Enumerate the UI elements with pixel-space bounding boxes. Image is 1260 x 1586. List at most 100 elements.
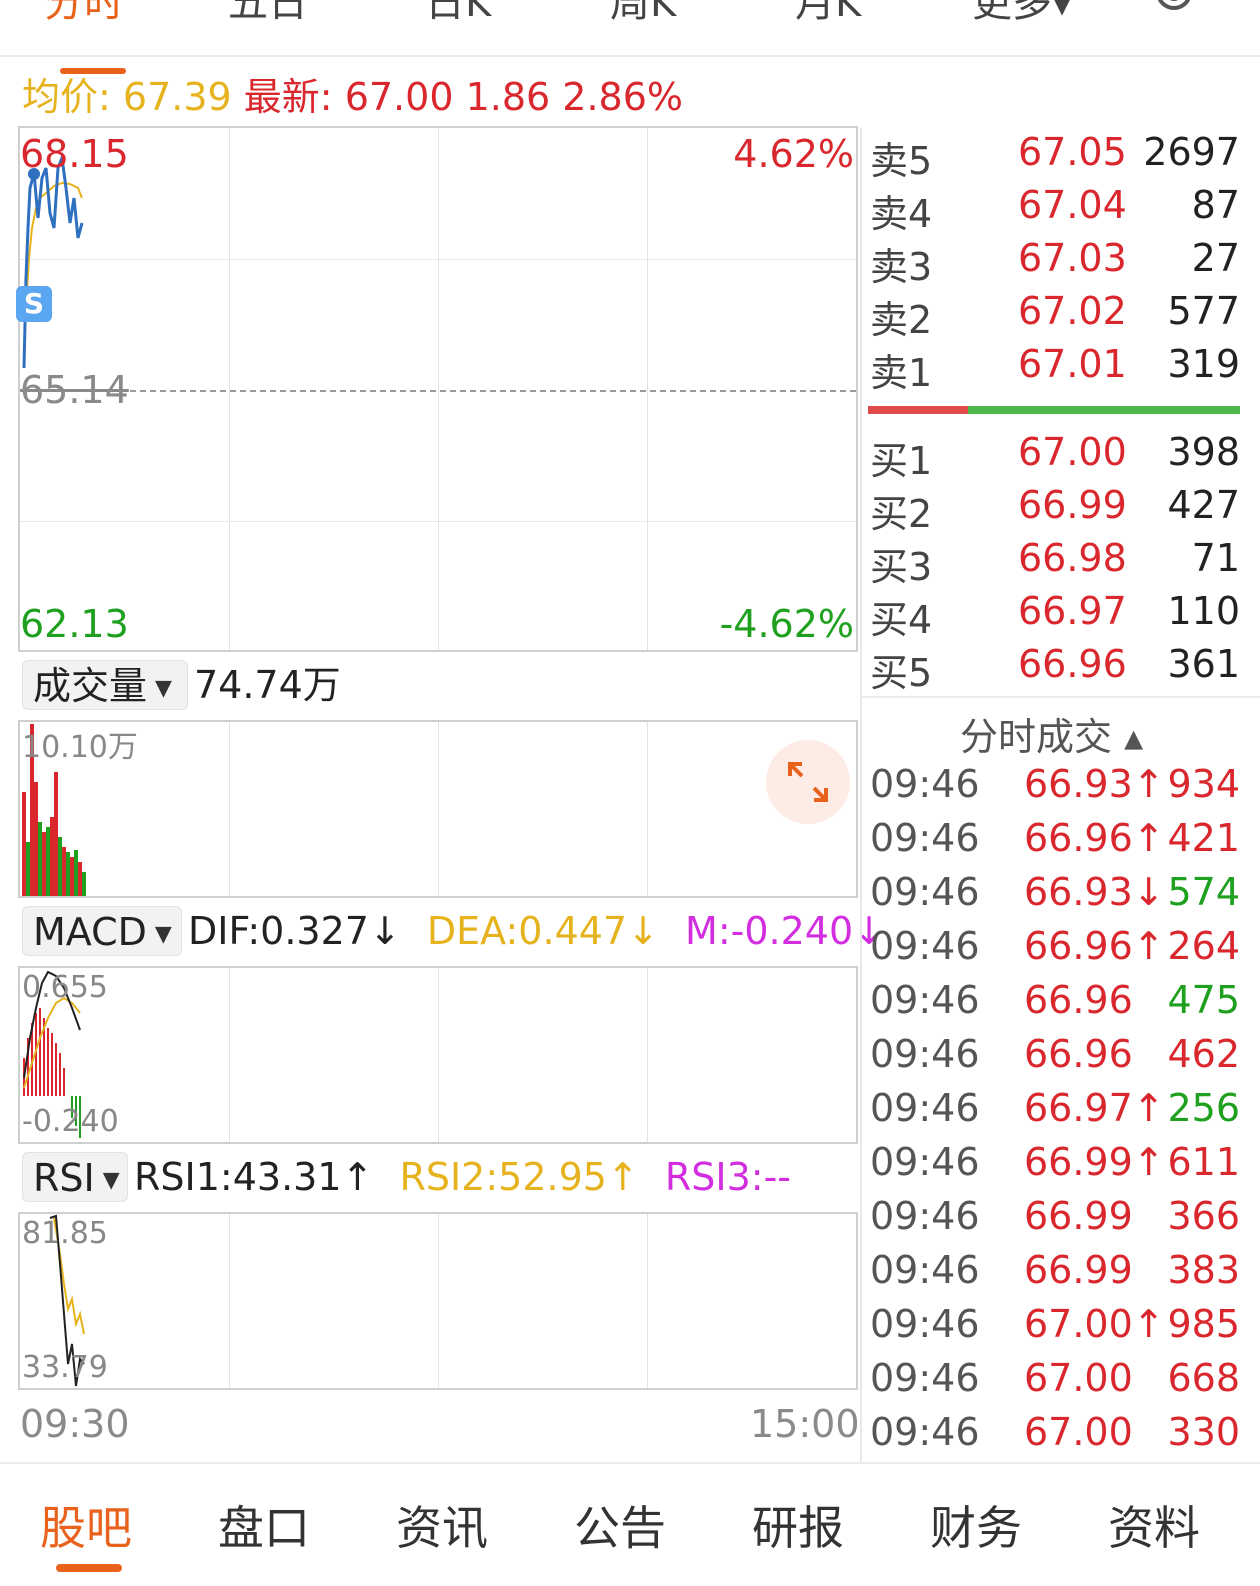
sell-order-volume: 319 xyxy=(1167,342,1240,386)
sell-order-row[interactable]: 卖5 67.05 2697 xyxy=(870,130,1240,183)
active-tab-indicator xyxy=(56,1564,122,1572)
rsi1-value: RSI1:43.31↑ xyxy=(134,1155,374,1199)
macd-chart[interactable]: 0.655 -0.240 xyxy=(18,966,858,1144)
expand-icon xyxy=(788,762,828,802)
tab-daily-k[interactable]: 日K xyxy=(425,0,491,28)
tab-research[interactable]: 研报 xyxy=(752,1492,844,1558)
buy-order-row[interactable]: 买5 66.96 361 xyxy=(870,642,1240,695)
volume-y-max-label: 10.10万 xyxy=(22,730,138,765)
volume-selector-label: 成交量 xyxy=(33,664,148,708)
tick-price: 66.96↑ xyxy=(1024,924,1165,968)
avg-price-label: 均价: xyxy=(22,75,111,119)
tick-time: 09:46 xyxy=(870,1356,980,1400)
tick-row: 09:46 66.93↑ 934 xyxy=(870,762,1240,814)
tick-time: 09:46 xyxy=(870,978,980,1022)
buy-order-row[interactable]: 买3 66.98 71 xyxy=(870,536,1240,589)
tick-row: 09:46 66.99 366 xyxy=(870,1194,1240,1246)
buy-order-label: 买2 xyxy=(870,492,933,536)
latest-price-label: 最新: xyxy=(243,75,333,119)
tick-volume: 256 xyxy=(1167,1086,1240,1130)
tab-monthly-k[interactable]: 月K xyxy=(795,0,861,28)
tab-intraday[interactable]: 分时 xyxy=(44,0,124,28)
tab-order-book[interactable]: 盘口 xyxy=(218,1492,310,1558)
tick-time: 09:46 xyxy=(870,870,980,914)
sell-order-volume: 577 xyxy=(1167,289,1240,333)
tick-price: 66.93↓ xyxy=(1024,870,1165,914)
sell-order-row[interactable]: 卖3 67.03 27 xyxy=(870,236,1240,289)
tick-row: 09:46 66.99↑ 611 xyxy=(870,1140,1240,1192)
tick-price: 67.00 xyxy=(1024,1356,1133,1400)
rsi-indicator-selector[interactable]: RSI ▼ xyxy=(22,1152,128,1202)
intraday-price-chart[interactable]: 68.15 65.14 62.13 4.62% -4.62% xyxy=(18,126,858,652)
macd-y-max-label: 0.655 xyxy=(22,970,108,1005)
buy-order-label: 买3 xyxy=(870,545,933,589)
tab-weekly-k[interactable]: 周K xyxy=(610,0,676,28)
buy-order-volume: 427 xyxy=(1167,483,1240,527)
tick-volume: 574 xyxy=(1167,870,1240,914)
buy-order-price: 66.98 xyxy=(1018,536,1127,580)
avg-price-value: 67.39 xyxy=(122,75,232,119)
rsi-y-min-label: 33.79 xyxy=(22,1350,108,1385)
tick-time: 09:46 xyxy=(870,924,980,968)
buy-order-row[interactable]: 买2 66.99 427 xyxy=(870,483,1240,536)
expand-chart-button[interactable] xyxy=(766,740,850,824)
y-max-label: 68.15 xyxy=(20,132,129,176)
tab-financials[interactable]: 财务 xyxy=(930,1492,1022,1558)
tick-time: 09:46 xyxy=(870,1086,980,1130)
tab-profile[interactable]: 资料 xyxy=(1108,1492,1200,1558)
tick-volume: 366 xyxy=(1167,1194,1240,1238)
pct-max-label: 4.62% xyxy=(733,132,854,176)
buy-order-price: 67.00 xyxy=(1018,430,1127,474)
macd-dea: DEA:0.447↓ xyxy=(426,909,659,953)
volume-indicator-selector[interactable]: 成交量 ▼ xyxy=(22,660,188,710)
buy-order-label: 买4 xyxy=(870,598,933,642)
buy-order-row[interactable]: 买1 67.00 398 xyxy=(870,430,1240,483)
divider xyxy=(862,696,1260,698)
tick-price: 66.99 xyxy=(1024,1194,1133,1238)
sell-order-row[interactable]: 卖1 67.01 319 xyxy=(870,342,1240,395)
tab-announcements[interactable]: 公告 xyxy=(574,1492,666,1558)
rsi3-value: RSI3:-- xyxy=(664,1155,792,1199)
sell-order-label: 卖2 xyxy=(870,298,933,342)
sell-order-label: 卖3 xyxy=(870,245,933,289)
rsi-chart[interactable]: 81.85 33.79 xyxy=(18,1212,858,1390)
sell-signal-badge[interactable]: S xyxy=(16,286,52,322)
tick-volume: 985 xyxy=(1167,1302,1240,1346)
sell-order-price: 67.03 xyxy=(1018,236,1127,280)
tick-list-title[interactable]: 分时成交 ▴ xyxy=(960,706,1143,761)
tick-time: 09:46 xyxy=(870,816,980,860)
sell-order-volume: 27 xyxy=(1191,236,1240,280)
bid-ask-ratio-bar xyxy=(868,406,1240,414)
tick-time: 09:46 xyxy=(870,1032,980,1076)
tick-price: 67.00↑ xyxy=(1024,1302,1165,1346)
sell-order-row[interactable]: 卖4 67.04 87 xyxy=(870,183,1240,236)
tick-volume: 611 xyxy=(1167,1140,1240,1184)
volume-bars xyxy=(22,724,86,896)
tick-time: 09:46 xyxy=(870,762,980,806)
caret-down-icon: ▼ xyxy=(154,921,172,947)
tick-volume: 330 xyxy=(1167,1410,1240,1454)
sell-order-price: 67.02 xyxy=(1018,289,1127,333)
tab-five-day[interactable]: 五日 xyxy=(228,0,308,28)
sell-order-volume: 2697 xyxy=(1143,130,1240,174)
tick-price: 66.99 xyxy=(1024,1248,1133,1292)
latest-price-line xyxy=(22,152,84,369)
macd-indicator-selector[interactable]: MACD ▼ xyxy=(22,906,182,956)
tick-time: 09:46 xyxy=(870,1248,980,1292)
tab-news[interactable]: 资讯 xyxy=(396,1492,488,1558)
sell-order-row[interactable]: 卖2 67.02 577 xyxy=(870,289,1240,342)
macd-dif: DIF:0.327↓ xyxy=(188,909,401,953)
volume-chart[interactable]: 10.10万 xyxy=(18,720,858,898)
tick-row: 09:46 66.96↑ 264 xyxy=(870,924,1240,976)
rsi-y-max-label: 81.85 xyxy=(22,1216,108,1251)
tick-volume: 475 xyxy=(1167,978,1240,1022)
buy-order-row[interactable]: 买4 66.97 110 xyxy=(870,589,1240,642)
tick-row: 09:46 66.93↓ 574 xyxy=(870,870,1240,922)
tab-forum[interactable]: 股吧 xyxy=(40,1492,132,1558)
tick-price: 67.00 xyxy=(1024,1410,1133,1454)
rsi-values: RSI1:43.31↑ RSI2:52.95↑ RSI3:-- xyxy=(134,1152,791,1202)
sell-order-label: 卖4 xyxy=(870,192,933,236)
settings-gear-icon[interactable] xyxy=(1146,0,1202,20)
panel-divider xyxy=(860,128,862,1464)
tab-more[interactable]: 更多▾ xyxy=(972,0,1072,28)
